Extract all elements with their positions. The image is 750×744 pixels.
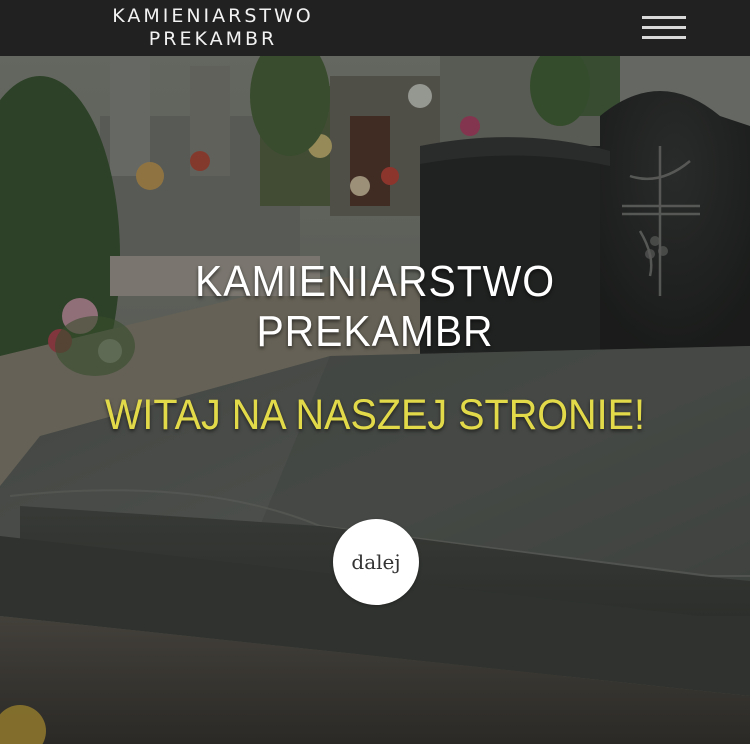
hamburger-menu-icon[interactable]: [640, 14, 688, 42]
site-logo[interactable]: KAMIENIARSTWO PREKAMBR: [100, 5, 326, 51]
menu-bar-top: [642, 16, 686, 19]
logo-line-2: PREKAMBR: [148, 28, 278, 50]
menu-bar-bottom: [642, 36, 686, 39]
hero-title: KAMIENIARSTWO PREKAMBR: [26, 257, 724, 357]
hero-section: KAMIENIARSTWO PREKAMBR WITAJ NA NASZEJ S…: [0, 56, 750, 744]
page: KAMIENIARSTWO PREKAMBR KAMIENIARSTWO PRE…: [0, 0, 750, 744]
next-button[interactable]: dalej: [333, 519, 419, 605]
hero-title-line-2: PREKAMBR: [256, 307, 494, 356]
hero-title-line-1: KAMIENIARSTWO: [195, 257, 555, 306]
top-navigation-bar: KAMIENIARSTWO PREKAMBR: [0, 0, 750, 56]
hero-subtitle: WITAJ NA NASZEJ STRONIE!: [105, 391, 645, 439]
menu-bar-middle: [642, 26, 686, 29]
logo-line-1: KAMIENIARSTWO: [112, 5, 314, 27]
